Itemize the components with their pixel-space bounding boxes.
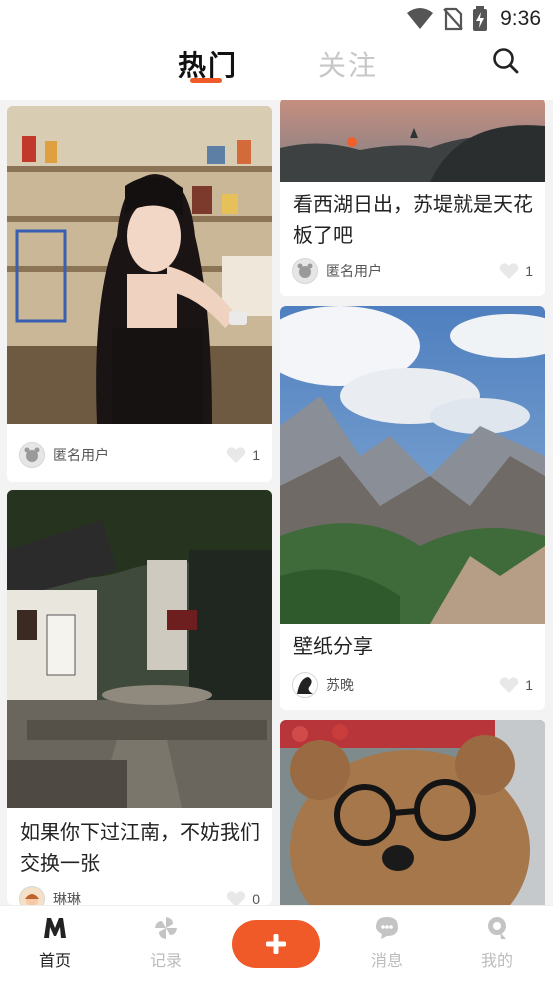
post-card[interactable]: 匿名用户 1	[7, 106, 272, 482]
avatar-icon	[297, 263, 313, 278]
plus-icon	[266, 934, 286, 954]
battery-charging-icon	[473, 6, 488, 31]
like-button[interactable]: 1	[499, 262, 533, 280]
post-title: 壁纸分享	[293, 636, 373, 658]
post-image	[280, 720, 545, 905]
post-author[interactable]: 琳琳	[19, 886, 81, 905]
feed[interactable]: 匿名用户 1 如果你下过江南，不妨我们交换一张 琳琳 0 看西湖日出，苏堤就是天…	[0, 100, 553, 905]
post-author[interactable]: 匿名用户	[19, 442, 109, 468]
heart-icon	[499, 677, 519, 693]
profile-icon	[488, 917, 506, 939]
tab-follow[interactable]: 关注	[318, 44, 378, 84]
like-count: 1	[525, 677, 533, 693]
top-tab-bar: 热门 关注	[0, 38, 553, 100]
post-title: 如果你下过江南，不妨我们交换一张	[20, 822, 260, 875]
avatar-icon	[24, 447, 40, 462]
avatar[interactable]	[19, 886, 45, 905]
like-button[interactable]: 1	[499, 676, 533, 694]
author-name: 苏晚	[326, 677, 354, 693]
status-bar: 9:36	[0, 0, 553, 38]
nav-home-label: 首页	[38, 953, 71, 970]
post-title: 看西湖日出，苏堤就是天花板了吧	[293, 194, 533, 247]
search-button[interactable]	[491, 46, 521, 76]
search-icon	[493, 48, 519, 74]
post-card[interactable]: 看西湖日出，苏堤就是天花板了吧 匿名用户 1	[280, 100, 545, 296]
like-button[interactable]: 0	[226, 890, 260, 905]
nav-home[interactable]: 首页	[20, 916, 90, 971]
nav-messages[interactable]: 消息	[352, 916, 422, 971]
status-time: 9:36	[500, 7, 541, 30]
avatar[interactable]	[19, 442, 45, 468]
pinwheel-icon	[155, 917, 177, 939]
heart-icon	[226, 891, 246, 905]
chat-icon	[376, 917, 398, 939]
post-card[interactable]	[280, 720, 545, 905]
post-card[interactable]: 壁纸分享 苏晚 1	[280, 306, 545, 710]
post-image	[7, 490, 272, 808]
wifi-icon	[407, 8, 434, 29]
author-name: 匿名用户	[326, 263, 382, 279]
author-name: 匿名用户	[53, 447, 109, 463]
nav-record[interactable]: 记录	[131, 916, 201, 971]
post-image	[280, 306, 545, 624]
author-name: 琳琳	[53, 891, 81, 905]
create-post-button[interactable]	[232, 920, 320, 968]
post-card[interactable]: 如果你下过江南，不妨我们交换一张 琳琳 0	[7, 490, 272, 905]
home-m-icon	[44, 918, 66, 938]
like-count: 1	[252, 447, 260, 463]
nav-record-label: 记录	[149, 953, 182, 970]
like-button[interactable]: 1	[226, 446, 260, 464]
no-sim-icon	[443, 7, 463, 31]
nav-mine[interactable]: 我的	[462, 916, 532, 971]
heart-icon	[226, 447, 246, 463]
avatar[interactable]	[292, 672, 318, 698]
bottom-nav: 首页 记录 消息 我的	[0, 905, 553, 983]
avatar-icon	[297, 677, 313, 694]
post-author[interactable]: 匿名用户	[292, 258, 382, 284]
like-count: 1	[525, 263, 533, 279]
post-image	[7, 106, 272, 424]
heart-icon	[499, 263, 519, 279]
post-image	[280, 100, 545, 182]
like-count: 0	[252, 891, 260, 905]
post-author[interactable]: 苏晚	[292, 672, 354, 698]
status-icons: 9:36	[406, 6, 541, 32]
avatar[interactable]	[292, 258, 318, 284]
active-tab-indicator	[190, 78, 222, 83]
nav-mine-label: 我的	[480, 953, 513, 970]
avatar-icon	[25, 894, 39, 905]
nav-messages-label: 消息	[370, 953, 403, 970]
